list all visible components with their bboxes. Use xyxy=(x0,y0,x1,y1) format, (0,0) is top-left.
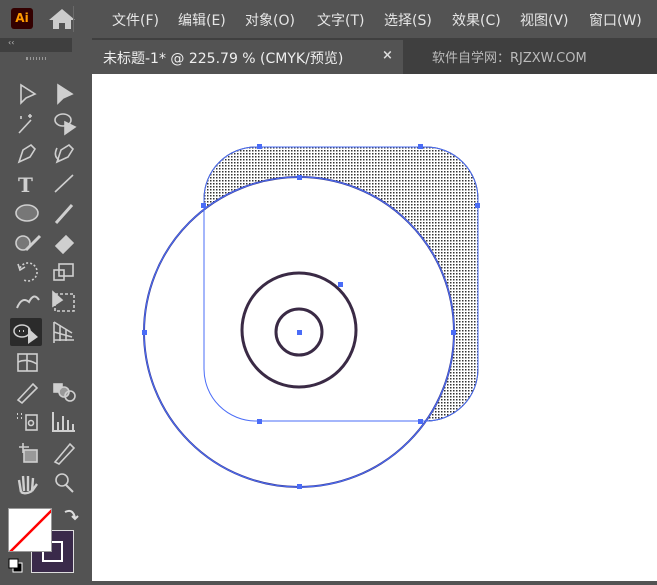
mesh-tool-icon[interactable] xyxy=(17,353,38,372)
fill-swatch-none[interactable] xyxy=(8,508,52,552)
menu-object[interactable]: 对象(O) xyxy=(245,10,295,30)
close-tab-button[interactable]: × xyxy=(382,48,393,63)
default-colors-icon[interactable] xyxy=(8,558,24,574)
tool-icons: T xyxy=(15,83,77,495)
shaper-tool-icon[interactable] xyxy=(15,234,42,252)
artboard-canvas[interactable] xyxy=(92,74,657,581)
direct-selection-tool-icon[interactable] xyxy=(57,83,74,105)
artboard-tool-icon[interactable] xyxy=(19,443,38,463)
slice-tool-icon[interactable] xyxy=(53,442,76,465)
shape-builder-tool[interactable] xyxy=(10,318,42,346)
watermark: 软件自学网：RJZXW.COM xyxy=(432,51,587,66)
menu-type[interactable]: 文字(T) xyxy=(317,10,364,30)
menu-effect[interactable]: 效果(C) xyxy=(452,10,501,30)
perspective-grid-tool-icon[interactable] xyxy=(53,321,74,343)
puppet-warp-tool-icon[interactable] xyxy=(16,295,40,309)
magic-wand-tool-icon[interactable] xyxy=(18,114,32,134)
hand-tool-icon[interactable] xyxy=(17,475,38,495)
menu-view[interactable]: 视图(V) xyxy=(520,10,569,30)
menu-window[interactable]: 窗口(W) xyxy=(589,10,642,30)
column-graph-tool-icon[interactable] xyxy=(52,412,75,432)
svg-text:T: T xyxy=(18,173,33,197)
free-transform-tool-icon[interactable] xyxy=(52,290,75,312)
document-title: 未标题-1* @ 225.79 % (CMYK/预览) xyxy=(103,51,344,67)
ellipse-tool-icon[interactable] xyxy=(15,204,39,222)
swap-fill-stroke-icon[interactable] xyxy=(62,506,80,524)
menu-bar: Ai 文件(F) 编辑(E) 对象(O) 文字(T) 选择(S) 效果(C) 视… xyxy=(0,0,657,38)
blend-tool-icon[interactable] xyxy=(53,383,76,402)
scale-tool-icon[interactable] xyxy=(53,263,74,281)
zoom-tool-icon[interactable] xyxy=(55,473,74,493)
line-tool-icon[interactable] xyxy=(54,174,74,193)
type-tool-icon[interactable]: T xyxy=(18,173,33,197)
paintbrush-tool-icon[interactable] xyxy=(54,204,74,224)
document-tab[interactable]: 未标题-1* @ 225.79 % (CMYK/预览) × xyxy=(92,40,403,74)
curvature-tool-icon[interactable] xyxy=(54,143,75,164)
selection-tool-icon[interactable] xyxy=(20,83,37,105)
tab-bar: 未标题-1* @ 225.79 % (CMYK/预览) × 软件自学网：RJZX… xyxy=(92,38,657,74)
eraser-tool-icon[interactable] xyxy=(54,234,75,255)
shape-builder-tool-icon xyxy=(13,324,38,344)
artwork[interactable] xyxy=(92,74,657,581)
symbol-sprayer-tool-icon[interactable] xyxy=(17,413,38,431)
menu-select[interactable]: 选择(S) xyxy=(384,10,432,30)
lasso-tool-icon[interactable] xyxy=(54,113,77,136)
menu-file[interactable]: 文件(F) xyxy=(112,10,159,30)
menu-edit[interactable]: 编辑(E) xyxy=(178,10,226,30)
eyedropper-tool-icon[interactable] xyxy=(16,382,39,405)
pen-tool-icon[interactable] xyxy=(17,143,37,164)
rotate-tool-icon[interactable] xyxy=(17,262,38,282)
